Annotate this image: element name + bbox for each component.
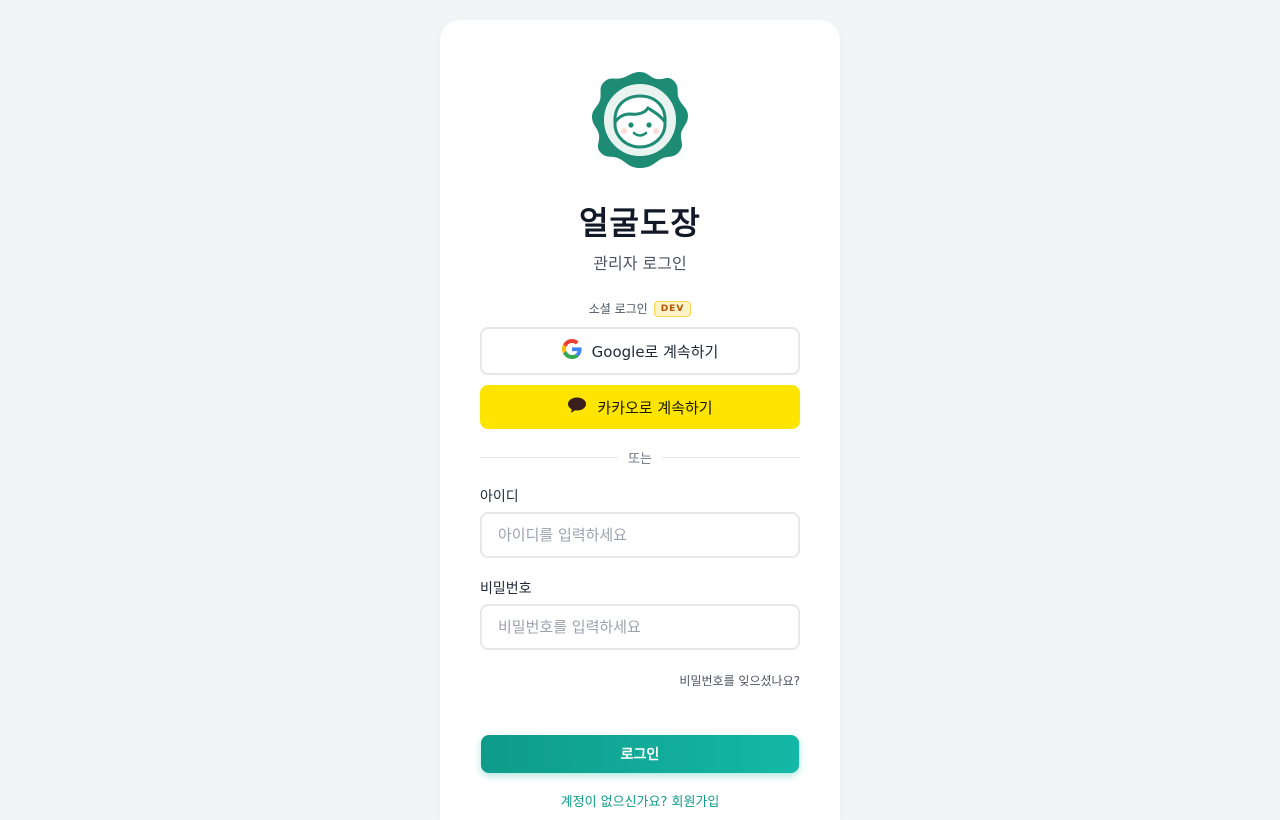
google-login-button[interactable]: Google로 계속하기 [480,327,800,375]
kakao-login-label: 카카오로 계속하기 [597,398,713,417]
divider-label: 또는 [628,452,652,467]
kakao-login-button[interactable]: 카카오로 계속하기 [480,385,800,429]
social-login-header: 소셜 로그인 DEV [440,300,840,317]
google-login-label: Google로 계속하기 [591,342,719,361]
social-login-label: 소셜 로그인 [588,302,648,316]
dev-badge: DEV [653,300,692,317]
id-input[interactable] [480,512,800,558]
speech-bubble-icon [567,396,587,418]
divider-line-left [480,457,619,458]
login-card: 얼굴도장 관리자 로그인 소셜 로그인 DEV Google로 계속하기 카카오… [440,20,840,820]
face-stamp-logo-icon [590,70,690,170]
signup-link[interactable]: 계정이 없으신가요? 회원가입 [440,791,840,810]
app-title: 얼굴도장 [579,204,701,242]
password-input[interactable] [480,604,800,650]
page-subtitle: 관리자 로그인 [593,254,687,273]
divider-line-right [661,457,801,458]
or-divider: 또는 [480,448,801,467]
id-field-label: 아이디 [480,489,519,505]
password-field-label: 비밀번호 [480,581,532,597]
forgot-password-link[interactable]: 비밀번호를 잊으셨나요? [679,672,800,689]
google-icon [561,339,582,363]
login-button[interactable]: 로그인 [481,735,799,773]
